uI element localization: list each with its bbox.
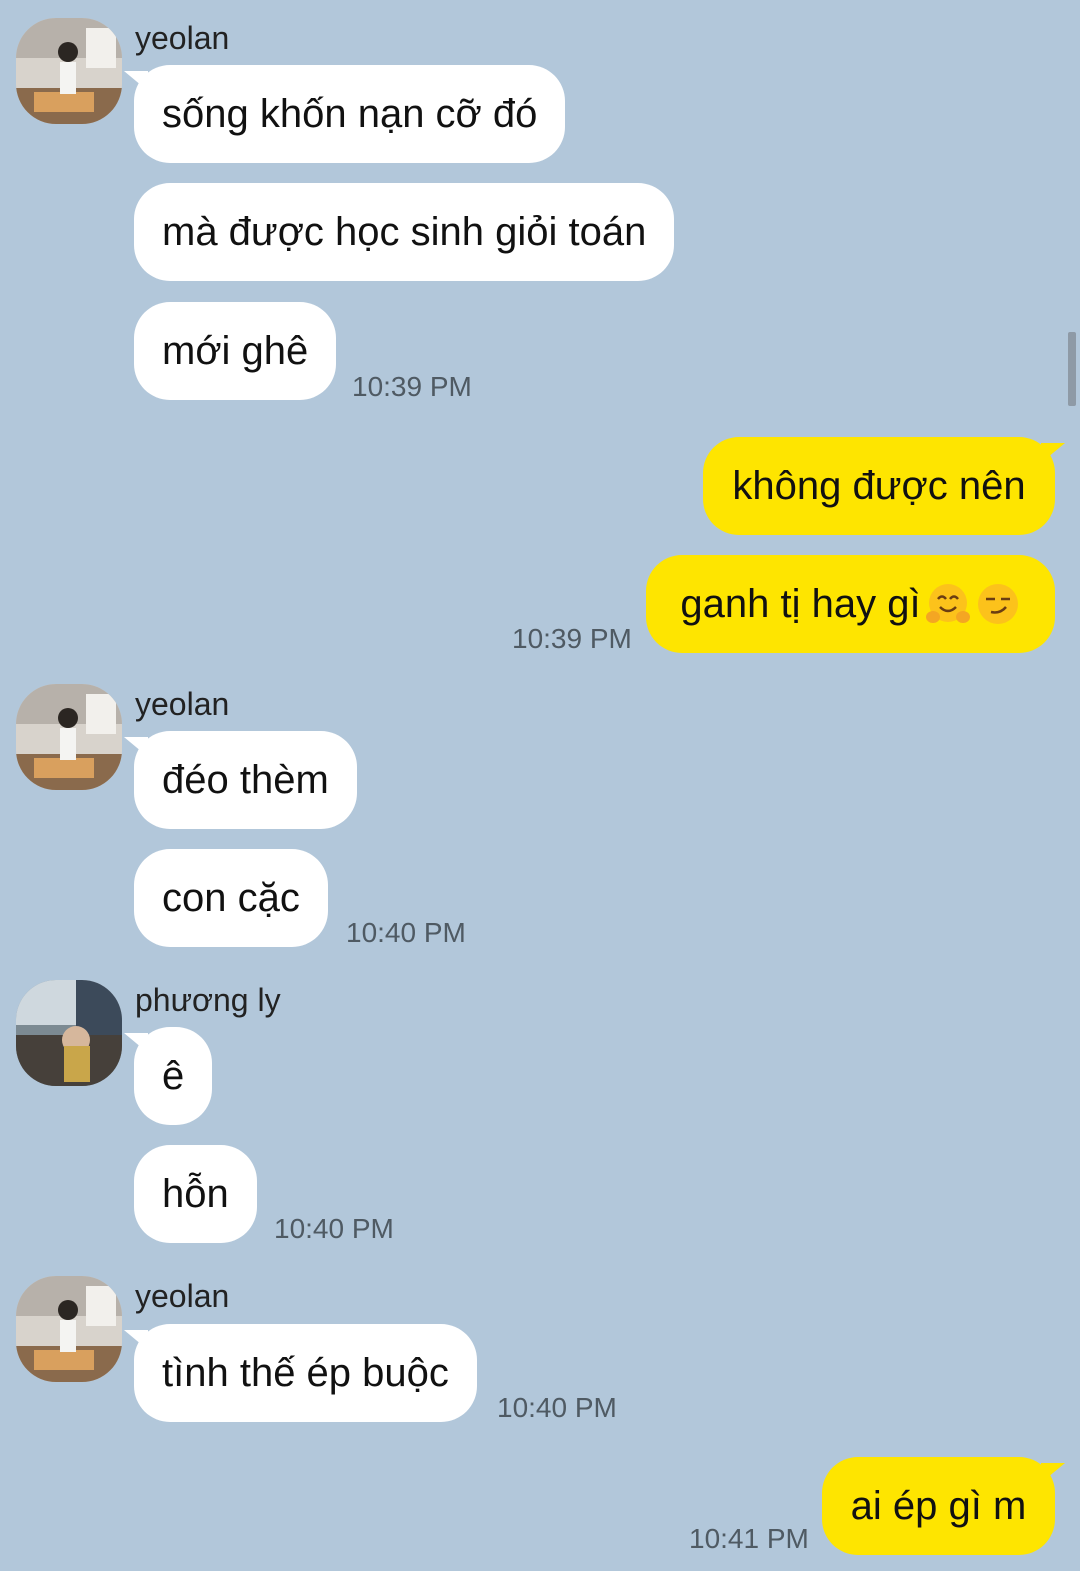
message-text: mà được học sinh giỏi toán xyxy=(162,209,647,254)
message-text: mới ghê xyxy=(162,328,309,373)
scrollbar-thumb[interactable] xyxy=(1068,332,1076,406)
message-bubble[interactable]: sống khốn nạn cỡ đó xyxy=(124,65,566,163)
avatar-yeolan[interactable] xyxy=(16,684,122,790)
message-text: tình thế ép buộc xyxy=(162,1350,449,1395)
message-text: ganh tị hay gì xyxy=(680,581,921,626)
message-bubble[interactable]: mới ghê xyxy=(134,302,337,400)
message-bubble[interactable]: ê xyxy=(124,1027,213,1125)
message-timestamp: 10:39 PM xyxy=(512,623,632,654)
message-bubble-outgoing[interactable]: không được nên xyxy=(703,437,1065,535)
sender-name: yeolan xyxy=(135,1278,230,1314)
message-bubble-outgoing[interactable]: ai ép gì m xyxy=(822,1457,1065,1555)
message-text: không được nên xyxy=(732,463,1026,508)
smirking-face-emoji-icon xyxy=(977,584,1018,624)
message-bubble[interactable]: đéo thèm xyxy=(124,731,357,829)
hugging-face-emoji-icon xyxy=(925,584,970,623)
message-timestamp: 10:39 PM xyxy=(352,371,472,402)
message-timestamp: 10:41 PM xyxy=(689,1523,809,1554)
sender-name: yeolan xyxy=(135,686,230,722)
avatar-yeolan[interactable] xyxy=(16,18,122,124)
message-text: ai ép gì m xyxy=(850,1483,1027,1528)
message-bubble[interactable]: hỗn xyxy=(134,1145,257,1243)
message-timestamp: 10:40 PM xyxy=(346,917,466,948)
sender-name: phương ly xyxy=(135,982,281,1018)
avatar-phuong-ly[interactable] xyxy=(16,980,122,1086)
message-bubble[interactable]: mà được học sinh giỏi toán xyxy=(134,183,675,281)
avatar-yeolan[interactable] xyxy=(16,1276,122,1382)
message-text: con cặc xyxy=(162,875,300,920)
message-text: sống khốn nạn cỡ đó xyxy=(162,91,538,136)
message-text: đéo thèm xyxy=(162,757,329,802)
message-bubble-outgoing[interactable]: ganh tị hay gì xyxy=(646,555,1055,653)
message-text: hỗn xyxy=(162,1171,229,1216)
message-timestamp: 10:40 PM xyxy=(497,1392,617,1423)
sender-name: yeolan xyxy=(135,20,230,56)
message-text: ê xyxy=(162,1053,185,1098)
message-timestamp: 10:40 PM xyxy=(274,1213,394,1244)
message-bubble[interactable]: tình thế ép buộc xyxy=(124,1324,477,1422)
message-bubble[interactable]: con cặc xyxy=(134,849,328,947)
